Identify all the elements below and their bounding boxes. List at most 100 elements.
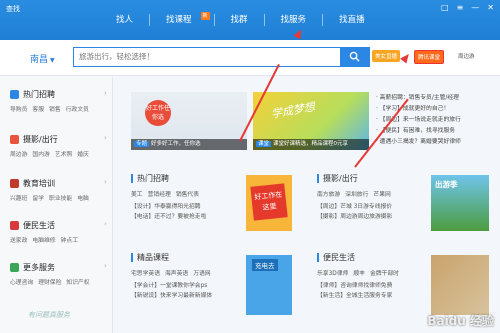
category-link[interactable]: 送家政 — [10, 235, 27, 244]
section-courses: 精品课程 宅思学英语 海声英语 万语网 【学会计】一堂课教你学会ps 【新锐设】… — [131, 253, 241, 301]
section-tag[interactable]: 乐享3D律师 — [317, 268, 348, 277]
section-line[interactable]: 【电话】还不过？要被抢走啦 — [131, 212, 241, 222]
app-title: 查找 — [6, 5, 20, 13]
section-tag[interactable]: 深圳旅行 — [345, 189, 368, 198]
section-line[interactable]: 【摄影】周边游周边旅游摄影 — [317, 212, 427, 222]
section-tag[interactable]: 芒果网 — [373, 189, 390, 198]
section-tag[interactable]: 美工 — [131, 189, 143, 198]
category-link[interactable]: 知识产权 — [66, 277, 89, 286]
nav-find-people[interactable]: 找人 — [100, 10, 149, 34]
heart-icon — [10, 221, 19, 230]
nav-find-service[interactable]: 找服务 — [265, 10, 323, 34]
news-item[interactable]: · 【便民】有困难，找寻找服务 — [376, 126, 496, 137]
banner-jobs[interactable]: 好工作任你选 专题 好多好工作，任你选 — [131, 92, 247, 150]
category-link[interactable]: 电脑 — [77, 193, 89, 202]
sidebar-item-photo-travel[interactable]: 摄影/出行 › 周边游 国内游 艺术照 婚庆 — [10, 134, 110, 158]
section-line[interactable]: 【周边】芒城 3日游专线报价 — [317, 202, 427, 212]
section-tag[interactable]: 万语网 — [193, 268, 210, 277]
section-recruitment: 热门招聘 美工 营销经理 销售代表 【设计】华泰赢得阳光招聘 【电话】还不过？要… — [131, 174, 241, 222]
nav-find-course[interactable]: 找课程新 — [150, 10, 214, 34]
section-tag[interactable]: 金牌干部时 — [370, 268, 399, 277]
category-link[interactable]: 心理咨询 — [10, 277, 33, 286]
skin-icon[interactable]: □ — [441, 3, 449, 12]
minimize-icon[interactable]: — — [471, 3, 479, 12]
section-tag[interactable]: 宅思学英语 — [131, 268, 160, 277]
category-link[interactable]: 客服 — [32, 104, 44, 113]
chevron-right-icon: › — [104, 134, 107, 142]
category-title: 教育培训 — [23, 179, 55, 188]
section-convenience: 便民生活 乐享3D律师 顺丰 金牌干部时 【律师】咨询律师找律师免费 【新生活】… — [317, 253, 427, 301]
category-link[interactable]: 销售 — [49, 104, 61, 113]
category-link[interactable]: 职业技能 — [49, 193, 72, 202]
menu-icon[interactable]: ≡ — [457, 3, 464, 12]
search-button[interactable] — [340, 47, 370, 67]
poster-life[interactable] — [431, 255, 489, 315]
news-item[interactable]: · 遭遇小三揭发？离婚要哭好律师 — [376, 137, 496, 148]
nav-find-live[interactable]: 找直播 — [323, 10, 381, 34]
category-title: 更多服务 — [23, 263, 55, 272]
section-tag[interactable]: 南方旅游 — [317, 189, 340, 198]
chip-tencent-classroom[interactable]: 腾讯课堂 — [414, 50, 445, 64]
section-tag[interactable]: 海声英语 — [165, 268, 188, 277]
category-link[interactable]: 国内游 — [32, 149, 49, 158]
poster-label: 出游季 — [435, 180, 458, 189]
search-input[interactable] — [79, 52, 329, 61]
section-tag[interactable]: 销售代表 — [176, 189, 199, 198]
category-link[interactable]: 理财保险 — [38, 277, 61, 286]
chevron-down-icon: ▼ — [50, 57, 55, 64]
banner-sign: 好工作任你选 — [145, 100, 171, 126]
chevron-right-icon: › — [104, 220, 107, 228]
sidebar-item-education[interactable]: 教育培训 › 兴趣班 留学 职业技能 电脑 — [10, 178, 110, 202]
poster-courses[interactable]: 充电去 — [246, 255, 292, 315]
banner-caption: 专题 好多好工作，任你选 — [131, 139, 247, 150]
book-icon — [10, 179, 19, 188]
section-title[interactable]: 摄影/出行 — [317, 174, 427, 183]
chip-live-beauty[interactable]: 美女直播 — [372, 50, 401, 62]
close-icon[interactable]: ✕ — [487, 3, 494, 12]
section-tag[interactable]: 营销经理 — [148, 189, 171, 198]
category-link[interactable]: 周边游 — [10, 149, 27, 158]
category-link[interactable]: 电脑维修 — [32, 235, 55, 244]
chevron-right-icon: › — [104, 178, 107, 186]
poster-travel[interactable]: 出游季 — [431, 175, 489, 231]
banner-classroom[interactable]: 学成梦想 课堂 课堂好课精选，精品课程0元享 — [253, 92, 369, 150]
new-badge: 新 — [200, 12, 210, 20]
category-sidebar — [0, 77, 113, 333]
category-link[interactable]: 婚庆 — [77, 149, 89, 158]
section-line[interactable]: 【新生活】全城生活服务专家 — [317, 291, 427, 301]
main-nav: 找人 找课程新 找群 找服务 找直播 — [100, 10, 381, 34]
category-link[interactable]: 留学 — [32, 193, 44, 202]
sidebar-item-convenience[interactable]: 便民生活 › 送家政 电脑维修 钟点工 — [10, 220, 110, 244]
section-line[interactable]: 【学会计】一堂课教你学会ps — [131, 281, 241, 291]
news-item[interactable]: · 高薪招聘：销售专员/主管/经理 — [376, 93, 496, 104]
sidebar-item-more[interactable]: 更多服务 › 心理咨询 理财保险 知识产权 — [10, 262, 110, 286]
window-controls: □ ≡ — ✕ — [441, 3, 494, 12]
chip-nearby-travel[interactable]: 周边游 — [455, 50, 478, 62]
section-title[interactable]: 便民生活 — [317, 253, 427, 262]
category-link[interactable]: 行政文员 — [66, 104, 89, 113]
poster-jobs[interactable]: 好工作在这里 — [246, 175, 292, 231]
category-link[interactable]: 导购员 — [10, 104, 27, 113]
camera-icon — [10, 135, 19, 144]
section-line[interactable]: 【设计】华泰赢得阳光招聘 — [131, 202, 241, 212]
section-tag[interactable]: 顺丰 — [353, 268, 365, 277]
search-box — [73, 47, 363, 67]
section-title[interactable]: 热门招聘 — [131, 174, 241, 183]
section-line[interactable]: 【律师】咨询律师找律师免费 — [317, 281, 427, 291]
banner-caption: 课堂 课堂好课精选，精品课程0元享 — [253, 139, 369, 150]
city-selector[interactable]: 南昌 ▼ — [30, 52, 55, 65]
section-title[interactable]: 精品课程 — [131, 253, 241, 262]
sidebar-item-recruitment[interactable]: 热门招聘 › 导购员 客服 销售 行政文员 — [10, 89, 110, 113]
person-icon — [10, 90, 19, 99]
section-line[interactable]: 【新锐设】快来学习最新新媒体 — [131, 291, 241, 301]
category-link[interactable]: 兴趣班 — [10, 193, 27, 202]
category-link[interactable]: 钟点工 — [61, 235, 78, 244]
category-title: 便民生活 — [23, 221, 55, 230]
poster-label: 充电去 — [252, 259, 278, 271]
search-icon — [349, 51, 360, 62]
poster-label: 好工作在这里 — [250, 183, 288, 221]
nav-find-group[interactable]: 找群 — [215, 10, 264, 34]
category-link[interactable]: 艺术照 — [55, 149, 72, 158]
grid-icon — [10, 263, 19, 272]
category-title: 热门招聘 — [23, 90, 55, 99]
